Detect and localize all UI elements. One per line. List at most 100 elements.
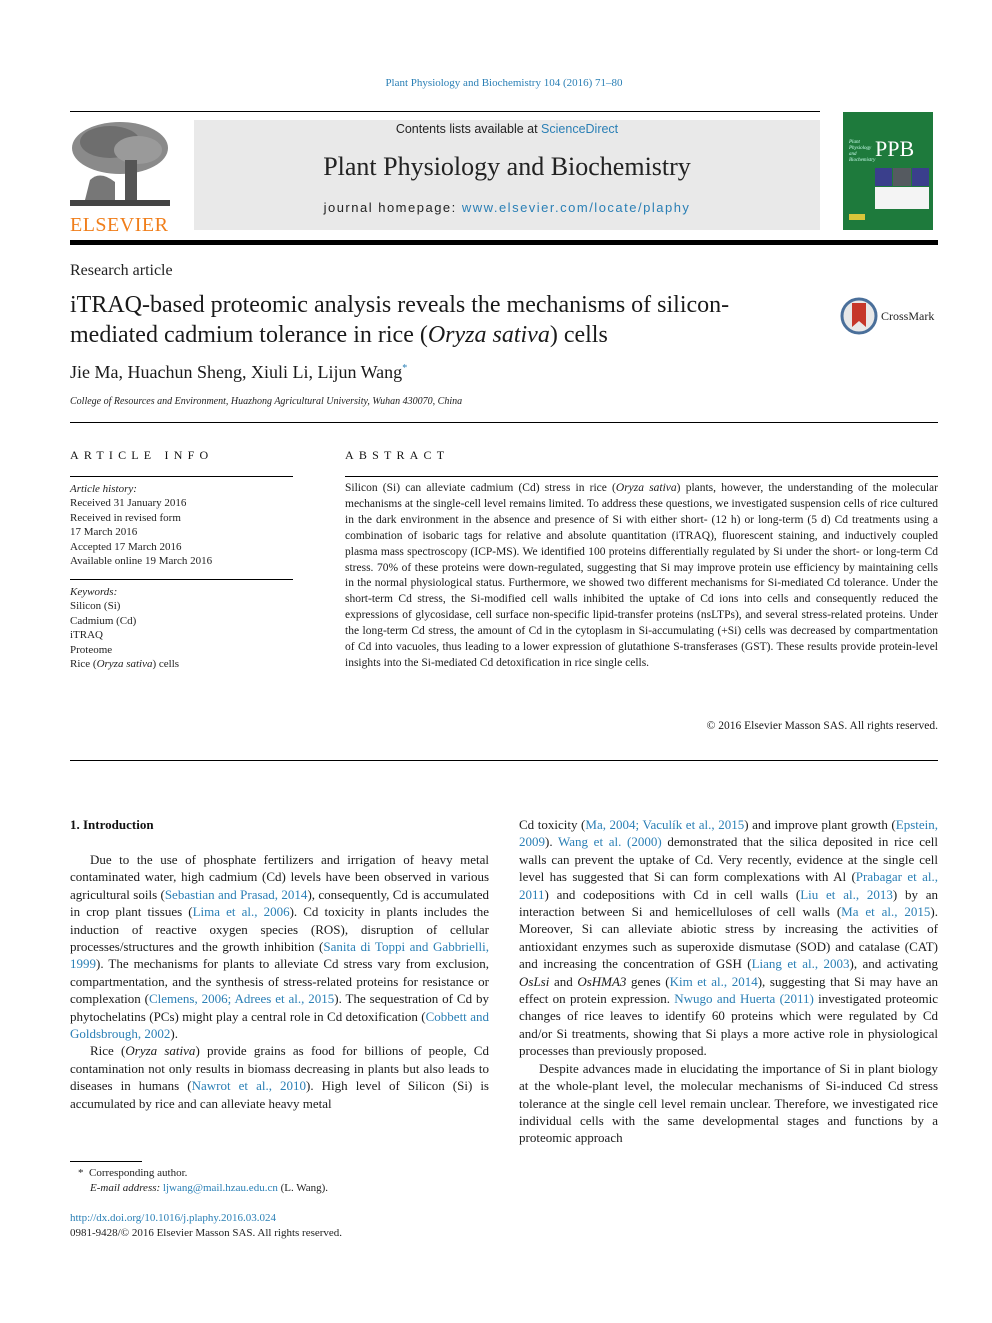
elsevier-tree-icon xyxy=(70,120,170,208)
text: ). xyxy=(170,1026,178,1042)
text: ) and improve plant growth ( xyxy=(744,817,896,832)
homepage-prefix: journal homepage: xyxy=(323,200,462,215)
keywords-label: Keywords: xyxy=(70,586,118,598)
citation-link[interactable]: Ma et al., 2015 xyxy=(841,904,930,919)
email-link[interactable]: ljwang@mail.hzau.edu.cn xyxy=(163,1182,278,1194)
keyword-text-end: ) cells xyxy=(152,658,180,671)
corresponding-author-note: * Corresponding author. xyxy=(78,1166,328,1181)
citation-link[interactable]: Sebastian and Prasad, 2014 xyxy=(165,887,308,902)
header-thick-rule xyxy=(70,240,938,245)
crossmark-button[interactable]: CrossMark xyxy=(840,296,940,336)
top-rule xyxy=(70,111,820,112)
body-column-right: Cd toxicity (Ma, 2004; Vaculík et al., 2… xyxy=(519,816,938,1147)
divider xyxy=(70,760,938,761)
journal-homepage-link[interactable]: www.elsevier.com/locate/plaphy xyxy=(462,200,691,215)
divider xyxy=(70,422,938,423)
journal-name: Plant Physiology and Biochemistry xyxy=(323,152,691,181)
elsevier-logo[interactable]: ELSEVIER xyxy=(70,120,172,235)
citation-link[interactable]: Wang et al. (2000) xyxy=(558,834,662,849)
cover-logo xyxy=(849,214,865,220)
citation-link[interactable]: Nawrot et al., 2010 xyxy=(192,1078,306,1093)
homepage-line: journal homepage: www.elsevier.com/locat… xyxy=(194,200,820,215)
crossmark-label: CrossMark xyxy=(881,308,935,323)
article-history: Article history: Received 31 January 201… xyxy=(70,482,212,568)
title-species: Oryza sativa xyxy=(427,322,550,348)
article-type: Research article xyxy=(70,262,173,279)
email-suffix: (L. Wang). xyxy=(277,1182,329,1194)
abstract-heading: ABSTRACT xyxy=(345,448,450,462)
sciencedirect-link[interactable]: ScienceDirect xyxy=(541,122,618,136)
title-text: iTRAQ-based proteomic analysis reveals t… xyxy=(70,292,730,348)
citation-link[interactable]: Liu et al., 2013 xyxy=(800,887,893,902)
citation-link[interactable]: Nwugo and Huerta (2011) xyxy=(674,991,814,1006)
abstract-body: Silicon (Si) can alleviate cadmium (Cd) … xyxy=(345,481,938,672)
text: Cd toxicity ( xyxy=(519,817,586,832)
journal-masthead: Contents lists available at ScienceDirec… xyxy=(194,120,820,230)
journal-reference-link[interactable]: Plant Physiology and Biochemistry 104 (2… xyxy=(0,77,992,89)
crossmark-icon xyxy=(840,297,878,335)
email-line: E-mail address: ljwang@mail.hzau.edu.cn … xyxy=(78,1181,328,1196)
keyword: Proteome xyxy=(70,643,113,656)
divider xyxy=(345,476,938,477)
text: ). xyxy=(545,834,559,850)
author-list: Jie Ma, Huachun Sheng, Xiuli Li, Lijun W… xyxy=(70,362,407,383)
footer: http://dx.doi.org/10.1016/j.plaphy.2016.… xyxy=(70,1211,342,1241)
elsevier-wordmark: ELSEVIER xyxy=(70,214,169,236)
article-title: iTRAQ-based proteomic analysis reveals t… xyxy=(70,290,810,350)
paragraph: Despite advances made in elucidating the… xyxy=(519,1060,938,1146)
history-item: Received 31 January 2016 xyxy=(70,497,187,510)
keyword: Silicon (Si) xyxy=(70,600,121,613)
citation-link[interactable]: Clemens, 2006; Adrees et al., 2015 xyxy=(149,991,334,1006)
text: Rice ( xyxy=(90,1043,126,1059)
paragraph: Due to the use of phosphate fertilizers … xyxy=(70,851,489,1042)
keyword: Rice (Oryza sativa) cells xyxy=(70,657,179,671)
body-column-left: Due to the use of phosphate fertilizers … xyxy=(70,851,489,1112)
text: and xyxy=(549,973,578,989)
cover-acronym: PPB xyxy=(875,136,915,161)
keyword: iTRAQ xyxy=(70,629,103,642)
authors-text: Jie Ma, Huachun Sheng, Xiuli Li, Lijun W… xyxy=(70,362,403,382)
email-label: E-mail address: xyxy=(90,1182,163,1194)
cover-images xyxy=(875,168,929,186)
gene-name: OsHMA3 xyxy=(577,973,627,989)
contents-prefix: Contents lists available at xyxy=(395,122,542,136)
citation-link[interactable]: Lima et al., 2006 xyxy=(193,904,290,919)
history-item: Available online 19 March 2016 xyxy=(70,555,213,568)
title-text-end: ) cells xyxy=(549,322,608,348)
history-item: 17 March 2016 xyxy=(70,526,138,539)
gene-name: OsLsi xyxy=(519,973,550,989)
introduction-heading: 1. Introduction xyxy=(70,817,154,832)
abstract-text: Silicon (Si) can alleviate cadmium (Cd) … xyxy=(345,482,616,494)
history-label: Article history: xyxy=(70,483,137,495)
keyword-text: Rice ( xyxy=(70,658,97,671)
doi-link[interactable]: http://dx.doi.org/10.1016/j.plaphy.2016.… xyxy=(70,1212,276,1224)
history-item: Accepted 17 March 2016 xyxy=(70,540,182,553)
history-item: Received in revised form xyxy=(70,511,181,524)
keyword: Cadmium (Cd) xyxy=(70,614,137,627)
footnote-mark: * xyxy=(78,1167,84,1179)
contents-line: Contents lists available at ScienceDirec… xyxy=(194,122,820,136)
affiliation: College of Resources and Environment, Hu… xyxy=(70,396,463,407)
citation-link[interactable]: Kim et al., 2014 xyxy=(670,974,758,989)
article-info-heading: ARTICLE INFO xyxy=(70,448,214,462)
cover-plots xyxy=(875,187,929,209)
keywords: Keywords: Silicon (Si) Cadmium (Cd) iTRA… xyxy=(70,585,179,671)
species-name: Oryza sativa xyxy=(125,1043,196,1059)
keyword-species: Oryza sativa xyxy=(96,658,153,671)
citation-link[interactable]: Liang et al., 2003 xyxy=(752,956,850,971)
citation-link[interactable]: Ma, 2004; Vaculík et al., 2015 xyxy=(585,817,744,832)
abstract-copyright: © 2016 Elsevier Masson SAS. All rights r… xyxy=(706,720,938,732)
text: ) and codepositions with Cd in cell wall… xyxy=(544,886,801,902)
journal-cover-thumbnail[interactable]: Plant Physiology and Biochemistry PPB xyxy=(843,112,933,230)
divider xyxy=(70,579,293,580)
text: genes ( xyxy=(626,973,670,989)
cover-subtitle: Plant Physiology and Biochemistry xyxy=(849,140,876,163)
divider xyxy=(70,476,293,477)
abstract-species: Oryza sativa xyxy=(615,482,677,494)
corresponding-author-mark[interactable]: * xyxy=(402,363,407,374)
text: ), and activating xyxy=(849,956,938,972)
abstract-text-rest: ) plants, however, the understanding of … xyxy=(345,482,938,669)
corresponding-text: Corresponding author. xyxy=(89,1167,188,1179)
footnote-rule xyxy=(70,1161,142,1162)
footnote: * Corresponding author. E-mail address: … xyxy=(78,1166,328,1196)
